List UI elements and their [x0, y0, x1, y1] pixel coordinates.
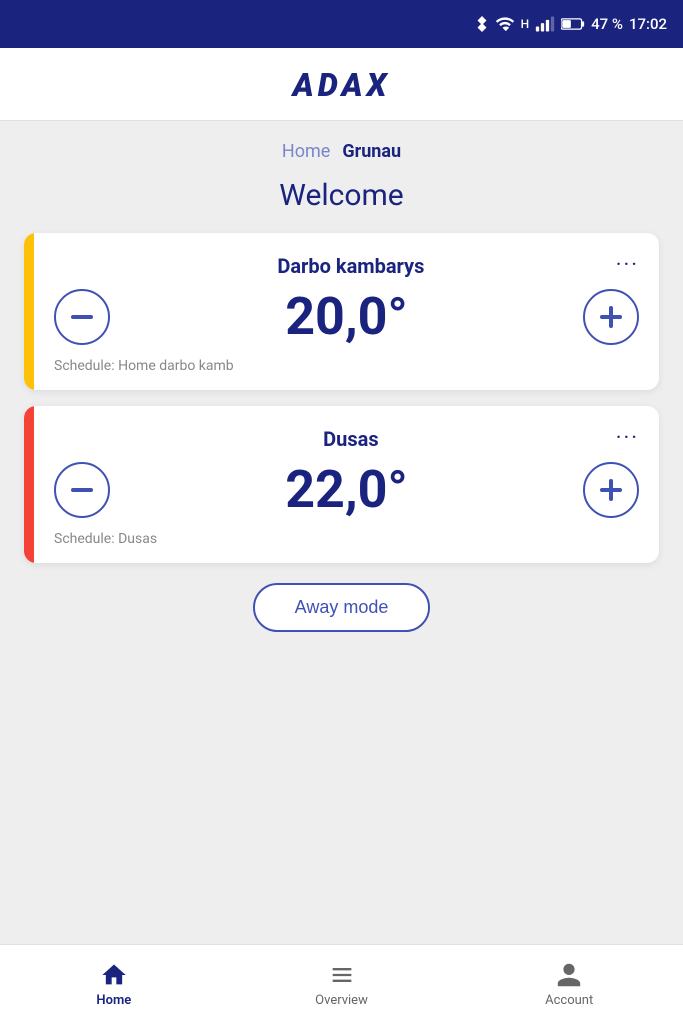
- overview-icon: [328, 961, 356, 989]
- bluetooth-icon: [475, 14, 489, 34]
- decrease-temp-dusas[interactable]: [54, 462, 110, 518]
- status-bar: H 47 % 17:02: [0, 0, 683, 48]
- room-menu-darbo[interactable]: ···: [616, 253, 639, 278]
- welcome-heading: Welcome: [24, 178, 659, 213]
- room-name-dusas: Dusas: [86, 427, 616, 451]
- header: ADAX: [0, 48, 683, 121]
- wifi-icon: [495, 16, 515, 32]
- room-header-darbo: Darbo kambarys ···: [54, 253, 639, 278]
- away-mode-container: Away mode: [24, 583, 659, 632]
- schedule-dusas: Schedule: Dusas: [54, 531, 157, 547]
- room-controls-darbo: 20,0°: [54, 286, 639, 347]
- schedule-darbo: Schedule: Home darbo kamb: [54, 358, 234, 374]
- nav-item-account[interactable]: Account: [455, 953, 683, 1016]
- breadcrumb-home[interactable]: Home: [282, 141, 330, 162]
- battery-icon: [561, 17, 585, 31]
- status-icons: H 47 % 17:02: [475, 14, 667, 34]
- increase-temp-darbo[interactable]: [583, 289, 639, 345]
- nav-label-overview: Overview: [315, 993, 368, 1008]
- app-logo: ADAX: [293, 66, 391, 104]
- signal-h-icon: H: [521, 17, 530, 31]
- breadcrumb-location[interactable]: Grunau: [342, 141, 401, 162]
- decrease-temp-darbo[interactable]: [54, 289, 110, 345]
- temperature-darbo: 20,0°: [285, 286, 408, 347]
- away-mode-button[interactable]: Away mode: [253, 583, 431, 632]
- nav-label-account: Account: [545, 993, 593, 1008]
- room-controls-dusas: 22,0°: [54, 459, 639, 520]
- breadcrumb: Home Grunau: [24, 141, 659, 162]
- room-indicator-darbo: [24, 233, 34, 390]
- room-menu-dusas[interactable]: ···: [616, 426, 639, 451]
- nav-item-home[interactable]: Home: [0, 953, 228, 1016]
- clock: 17:02: [629, 15, 667, 33]
- nav-item-overview[interactable]: Overview: [228, 953, 456, 1016]
- temperature-dusas: 22,0°: [285, 459, 408, 520]
- bottom-nav: Home Overview Account: [0, 944, 683, 1024]
- home-icon: [100, 961, 128, 989]
- room-header-dusas: Dusas ···: [54, 426, 639, 451]
- battery-percent: 47 %: [591, 15, 623, 33]
- room-card-dusas: Dusas ··· 22,0° Schedule: Dusas: [24, 406, 659, 563]
- room-name-darbo: Darbo kambarys: [86, 254, 616, 278]
- account-icon: [555, 961, 583, 989]
- increase-temp-dusas[interactable]: [583, 462, 639, 518]
- signal-bars-icon: [535, 16, 555, 32]
- main-content: Home Grunau Welcome Darbo kambarys ··· 2…: [0, 121, 683, 943]
- nav-label-home: Home: [96, 993, 131, 1008]
- room-card-darbo: Darbo kambarys ··· 20,0° Schedule: Home …: [24, 233, 659, 390]
- room-indicator-dusas: [24, 406, 34, 563]
